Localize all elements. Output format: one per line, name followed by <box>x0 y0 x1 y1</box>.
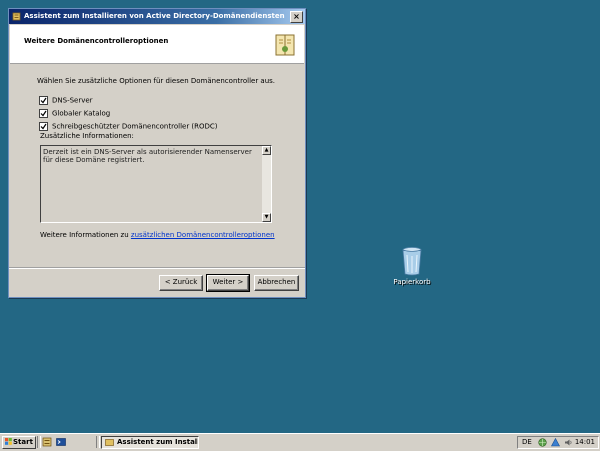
wizard-content: Wählen Sie zusätzliche Optionen für dies… <box>9 65 305 285</box>
server-manager-icon[interactable] <box>42 437 52 447</box>
title-bar[interactable]: Assistent zum Installieren von Active Di… <box>9 9 305 24</box>
scroll-up-icon[interactable]: ▲ <box>262 146 271 155</box>
action-center-icon[interactable] <box>551 438 560 447</box>
footer-divider <box>9 267 305 269</box>
language-indicator[interactable]: DE <box>522 438 532 446</box>
windows-logo-icon <box>5 438 12 445</box>
recycle-bin-icon <box>402 247 422 276</box>
checkbox-label: Schreibgeschützter Domänencontroller (RO… <box>52 122 218 131</box>
taskbar-item-label: Assistent zum Installi... <box>117 438 198 446</box>
vertical-scrollbar[interactable]: ▲ ▼ <box>262 146 271 222</box>
directory-book-icon <box>275 34 295 56</box>
system-tray: DE 14:01 <box>517 436 599 449</box>
checkbox-rodc[interactable]: Schreibgeschützter Domänencontroller (RO… <box>39 122 218 132</box>
recycle-bin-label: Papierkorb <box>393 278 431 286</box>
checkbox-label: Globaler Katalog <box>52 109 111 118</box>
page-title: Weitere Domänencontrolleroptionen <box>24 37 169 45</box>
more-info-prefix: Weitere Informationen zu <box>40 231 131 239</box>
checkbox-dns-server[interactable]: DNS-Server <box>39 96 93 106</box>
check-icon <box>40 123 47 130</box>
checkbox-global-catalog[interactable]: Globaler Katalog <box>39 109 110 119</box>
info-label: Zusätzliche Informationen: <box>40 132 134 140</box>
network-icon[interactable] <box>538 438 547 447</box>
taskbar-separator <box>96 436 100 448</box>
intro-text: Wählen Sie zusätzliche Optionen für dies… <box>37 77 276 85</box>
checkbox[interactable] <box>39 96 48 105</box>
clock[interactable]: 14:01 <box>575 438 595 446</box>
close-button[interactable]: × <box>290 11 303 23</box>
server-icon <box>12 12 21 21</box>
info-textbox[interactable]: Derzeit ist ein DNS-Server als autorisie… <box>40 145 272 223</box>
powershell-icon[interactable] <box>56 437 66 447</box>
start-button[interactable]: Start <box>2 436 36 449</box>
checkbox-label: DNS-Server <box>52 96 93 105</box>
taskbar-separator <box>37 436 41 448</box>
taskbar-item-wizard[interactable]: Assistent zum Installi... <box>101 436 199 449</box>
taskbar: Start Assistent zum Installi... DE 14:01 <box>0 433 600 451</box>
checkbox[interactable] <box>39 109 48 118</box>
more-info-link[interactable]: zusätzlichen Domänencontrolleroptionen <box>131 231 275 239</box>
checkbox[interactable] <box>39 122 48 131</box>
window-title: Assistent zum Installieren von Active Di… <box>24 12 285 20</box>
server-icon <box>105 439 114 446</box>
check-icon <box>40 110 47 117</box>
close-icon: × <box>293 12 300 21</box>
recycle-bin[interactable]: Papierkorb <box>390 246 434 286</box>
next-button[interactable]: Weiter > <box>206 274 250 292</box>
wizard-header: Weitere Domänencontrolleroptionen <box>10 25 304 64</box>
check-icon <box>40 97 47 104</box>
scroll-down-icon[interactable]: ▼ <box>262 213 271 222</box>
volume-icon[interactable] <box>564 438 573 447</box>
wizard-window: Assistent zum Installieren von Active Di… <box>8 8 306 298</box>
more-info-line: Weitere Informationen zu zusätzlichen Do… <box>40 231 275 239</box>
cancel-button[interactable]: Abbrechen <box>254 275 299 291</box>
info-text: Derzeit ist ein DNS-Server als autorisie… <box>43 148 252 164</box>
back-button[interactable]: < Zurück <box>159 275 203 291</box>
start-label: Start <box>13 438 33 446</box>
